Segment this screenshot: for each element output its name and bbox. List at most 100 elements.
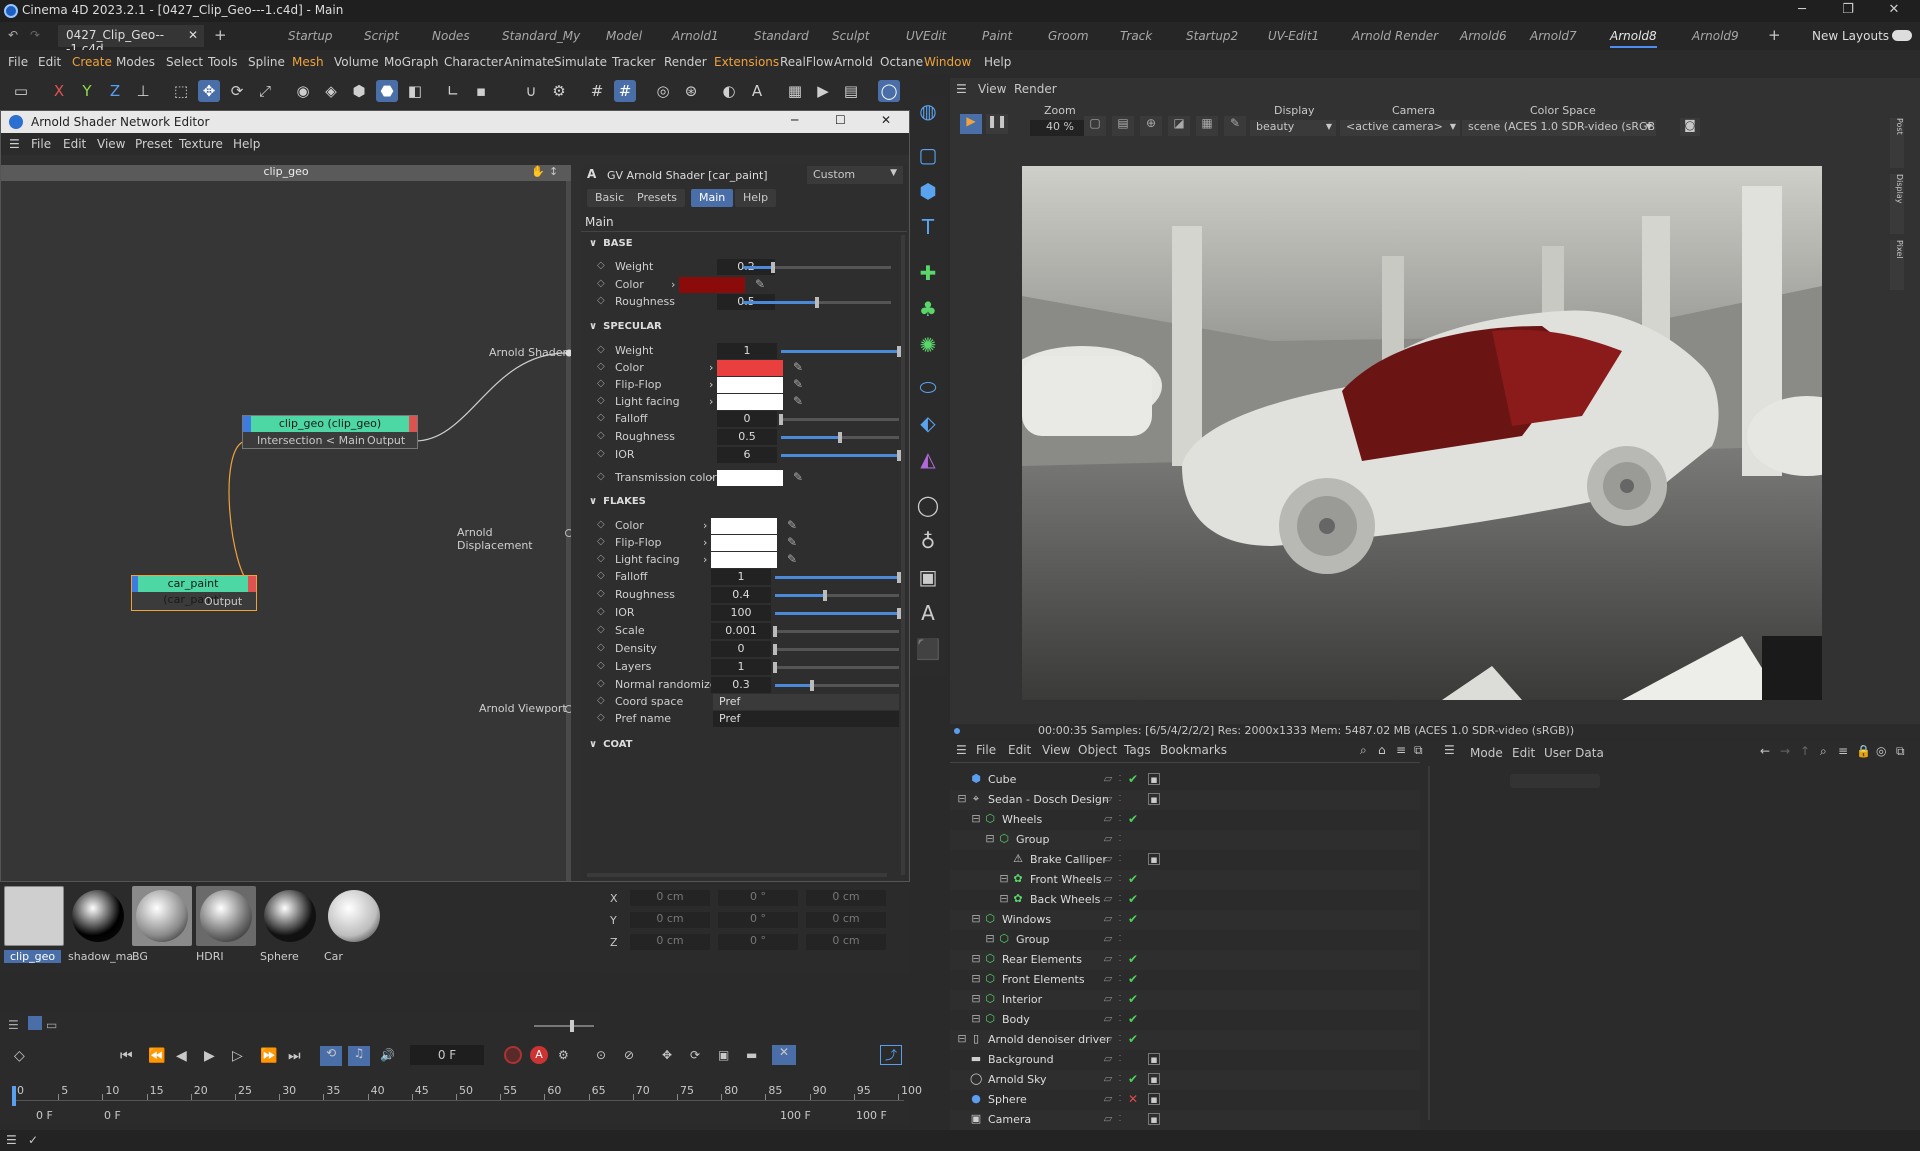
material-hdri-label[interactable]: HDRI xyxy=(196,950,224,963)
mode-icon[interactable]: ▭ xyxy=(10,80,32,102)
enabled-check-icon[interactable]: ✔ xyxy=(1128,872,1138,886)
layout-tab-standard-my[interactable]: Standard_My xyxy=(502,29,580,43)
specular-transmission-swatch[interactable] xyxy=(717,470,783,486)
scale-icon[interactable]: ⤢ xyxy=(254,80,276,102)
specular-weight-field[interactable]: 1 xyxy=(717,343,777,359)
attr-tab-basic[interactable]: Basic xyxy=(587,189,633,207)
coord-space-field[interactable]: Pref xyxy=(713,694,899,710)
specular-roughness-field[interactable]: 0.5 xyxy=(717,429,777,445)
menu-file[interactable]: File xyxy=(8,55,28,69)
enabled-check-icon[interactable]: ✔ xyxy=(1128,1032,1138,1046)
object-row[interactable]: ⊟ ⬡ Group ▱ ⁚ xyxy=(950,930,1420,950)
object-row[interactable]: ⊟ ⬡ Group ▱ ⁚ xyxy=(950,830,1420,850)
expand-chevron-icon[interactable]: › xyxy=(709,378,713,391)
eyedropper-icon[interactable]: ✎ xyxy=(787,552,797,566)
keyframe-diamond-icon[interactable]: ◇ xyxy=(597,378,605,389)
render-settings-icon[interactable]: ▤ xyxy=(840,80,862,102)
new-layouts-label[interactable]: New Layouts xyxy=(1812,29,1889,43)
layout-tab-arnold1[interactable]: Arnold1 xyxy=(672,29,719,43)
coordinate-system-icon[interactable]: ⊥ xyxy=(132,80,154,102)
display-tab[interactable]: Display xyxy=(1890,174,1904,234)
environment-icon[interactable]: ◯ xyxy=(915,492,941,518)
specular-ior-field[interactable]: 6 xyxy=(717,447,777,463)
flakes-layers-slider-knob[interactable] xyxy=(773,662,777,673)
keyframe-icon[interactable]: ◇ xyxy=(14,1048,25,1064)
material-car-thumb[interactable] xyxy=(324,886,384,946)
snap-grid-icon[interactable]: # xyxy=(614,80,636,102)
section-coat[interactable]: ∨ COAT xyxy=(589,739,632,750)
magnet-icon[interactable]: ∪ xyxy=(520,80,542,102)
expand-toggle-icon[interactable]: ⊟ xyxy=(984,933,996,945)
keyframe-diamond-icon[interactable]: ◇ xyxy=(597,606,605,617)
sne-menu-help[interactable]: Help xyxy=(233,137,260,151)
flakes-ior-field[interactable]: 100 xyxy=(711,605,771,621)
viewport-menu-render[interactable]: Render xyxy=(1014,82,1057,96)
expand-chevron-icon[interactable]: › xyxy=(709,395,713,408)
menu-character[interactable]: Character xyxy=(444,55,503,69)
playhead[interactable] xyxy=(12,1086,16,1106)
layer-icon[interactable]: ▱ xyxy=(1102,973,1114,985)
object-name[interactable]: Group xyxy=(1016,833,1050,846)
eyedropper-icon[interactable]: ✎ xyxy=(755,277,765,291)
prev-frame-icon[interactable]: ◀ xyxy=(176,1048,187,1064)
sne-close-button[interactable]: ✕ xyxy=(881,113,891,127)
layer-icon[interactable]: ▱ xyxy=(1102,873,1114,885)
coord-size-y[interactable]: 0 cm xyxy=(806,912,886,928)
specular-color-swatch[interactable] xyxy=(717,360,783,376)
material-shadow_ma-thumb[interactable] xyxy=(68,886,128,946)
menu-render[interactable]: Render xyxy=(664,55,707,69)
menu-select[interactable]: Select xyxy=(166,55,203,69)
menu-tools[interactable]: Tools xyxy=(208,55,238,69)
viewport-hamburger-icon[interactable]: ☰ xyxy=(956,82,967,96)
layouts-toggle[interactable] xyxy=(1892,30,1912,41)
menu-simulate[interactable]: Simulate xyxy=(554,55,607,69)
visibility-dots-icon[interactable]: ⁚ xyxy=(1114,813,1126,825)
eye-icon[interactable]: ◐ xyxy=(718,80,740,102)
object-name[interactable]: Sedan - Dosch Design xyxy=(988,793,1109,806)
objmgr-filter-icon[interactable]: ≡ xyxy=(1396,743,1406,757)
objmgr-menu-view[interactable]: View xyxy=(1042,743,1070,757)
object-name[interactable]: Body xyxy=(1002,1013,1030,1026)
attr-tab-main[interactable]: Main xyxy=(691,189,734,207)
snapshot-icon[interactable]: ◙ xyxy=(1680,118,1700,136)
enabled-check-icon[interactable]: ✔ xyxy=(1128,1072,1138,1086)
minimize-button[interactable]: ─ xyxy=(1780,2,1824,20)
attrmgr-search-icon[interactable]: ⌕ xyxy=(1820,744,1827,759)
status-hamburger-icon[interactable]: ☰ xyxy=(6,1133,17,1147)
object-row[interactable]: ⬢ Cube ▱ ⁚ ✔ ▪ xyxy=(950,770,1420,790)
layout-tab-script[interactable]: Script xyxy=(364,29,399,43)
maximize-button[interactable]: ❐ xyxy=(1826,2,1870,20)
flakes-density-slider[interactable] xyxy=(775,648,899,651)
object-name[interactable]: Sphere xyxy=(988,1093,1027,1106)
go-to-start-icon[interactable]: ⏮ xyxy=(120,1048,133,1064)
objmgr-home-icon[interactable]: ⌂ xyxy=(1378,743,1386,757)
object-name[interactable]: Front Wheels xyxy=(1030,873,1102,886)
record-icon[interactable] xyxy=(504,1046,522,1064)
attrmgr-lock-icon[interactable]: 🔒 xyxy=(1856,744,1871,758)
keyframe-diamond-icon[interactable]: ◇ xyxy=(597,448,605,459)
expand-toggle-icon[interactable]: ⊟ xyxy=(998,893,1010,905)
key-interp-icon[interactable]: ✕ xyxy=(772,1045,796,1065)
rotate-icon[interactable]: ⟳ xyxy=(226,80,248,102)
max-frame[interactable]: 100 F xyxy=(856,1109,887,1122)
visibility-dots-icon[interactable]: ⁚ xyxy=(1114,933,1126,945)
flakes-falloff-field[interactable]: 1 xyxy=(711,569,771,585)
object-name[interactable]: Windows xyxy=(1002,913,1051,926)
enabled-check-icon[interactable]: ✔ xyxy=(1128,812,1138,826)
pref-name-field[interactable]: Pref xyxy=(713,711,899,727)
sne-hamburger-icon[interactable]: ☰ xyxy=(9,137,20,151)
keyframe-diamond-icon[interactable]: ◇ xyxy=(597,519,605,530)
visibility-dots-icon[interactable]: ⁚ xyxy=(1114,993,1126,1005)
cube-icon[interactable]: ⬢ xyxy=(915,178,941,204)
object-name[interactable]: Brake Calliper xyxy=(1030,853,1107,866)
cursor-tool-icon[interactable]: ◍ xyxy=(915,98,941,124)
flakes-roughness-slider-knob[interactable] xyxy=(823,590,827,601)
model-mode-icon[interactable]: ⬣ xyxy=(376,80,398,102)
render-image[interactable] xyxy=(1022,166,1822,700)
timeline-ruler[interactable]: 0 5 10 15 20 25 30 35 40 45 50 55 60 65 70 75 80 85 90 95 10… xyxy=(12,1084,922,1106)
visibility-dots-icon[interactable]: ⁚ xyxy=(1114,873,1126,885)
tag-icon[interactable]: ▪ xyxy=(1148,793,1160,806)
layout-tab-nodes[interactable]: Nodes xyxy=(432,29,470,43)
menu-mesh[interactable]: Mesh xyxy=(292,55,324,69)
close-button[interactable]: ✕ xyxy=(1872,2,1916,20)
